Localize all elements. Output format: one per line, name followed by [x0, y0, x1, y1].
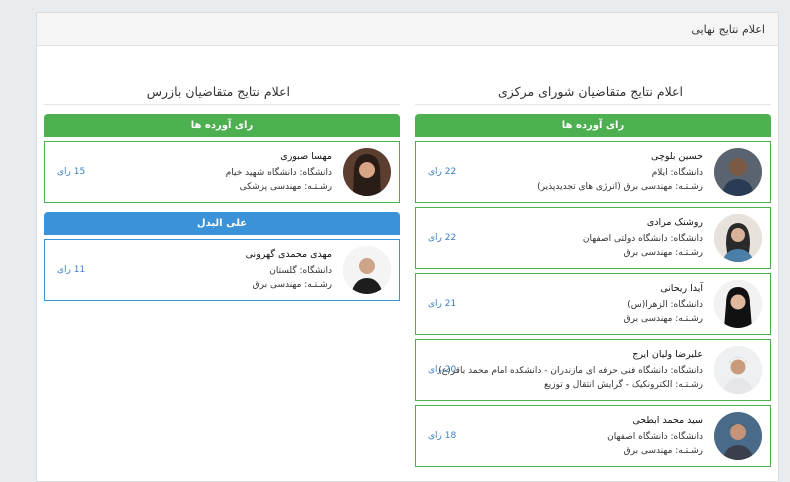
- candidate-university: دانشگاه: دانشگاه شهید خیام: [225, 168, 332, 178]
- candidate-name: حسین بلوچی: [651, 151, 703, 162]
- results-panel: اعلام نتایج نهایی اعلام نتایج متقاضیان ش…: [36, 12, 779, 482]
- candidate-name: آیدا ریحانی: [660, 283, 703, 294]
- candidate-name: مهدی محمدی گهرونی: [245, 249, 332, 260]
- candidate-university: دانشگاه: دانشگاه دولتی اصفهان: [582, 234, 703, 244]
- candidate-major: رشـتـه: الکترونکیک - گرایش انتقال و توزی…: [543, 380, 703, 390]
- candidate-avatar: [714, 412, 762, 460]
- candidate-university: دانشگاه: دانشگاه اصفهان: [607, 432, 703, 442]
- candidate-name: مهسا صبوری: [280, 151, 332, 162]
- candidate-card[interactable]: روشنک مرادی دانشگاه: دانشگاه دولتی اصفها…: [415, 207, 771, 269]
- candidate-votes: 18 رای: [428, 431, 457, 441]
- candidate-major: رشـتـه: مهندسی برق: [252, 280, 332, 290]
- candidate-name: روشنک مرادی: [646, 217, 703, 228]
- central-council-column: اعلام نتایج متقاضیان شورای مرکزی رای آور…: [415, 79, 771, 467]
- candidate-card[interactable]: سید محمد ابطحی دانشگاه: دانشگاه اصفهان ر…: [415, 405, 771, 467]
- central-elected-header: رای آورده ها: [415, 114, 771, 137]
- candidate-major: رشـتـه: مهندسی برق (انرژی های تجدیدپذیر): [537, 182, 703, 192]
- inspector-alternate-header: علی البدل: [44, 212, 400, 235]
- candidate-avatar: [714, 148, 762, 196]
- candidate-university: دانشگاه: گلستان: [269, 266, 332, 276]
- candidate-avatar: [343, 246, 391, 294]
- candidate-major: رشـتـه: مهندسی پزشکی: [239, 182, 332, 192]
- candidate-major: رشـتـه: مهندسی برق: [623, 248, 703, 258]
- candidate-votes: 21 رای: [428, 299, 457, 309]
- candidate-votes: 22 رای: [428, 167, 457, 177]
- candidate-card[interactable]: علیرضا ولیان ایرج دانشگاه: دانشگاه فنی ح…: [415, 339, 771, 401]
- candidate-university: دانشگاه: دانشگاه فنی حرفه ای مازندران - …: [438, 366, 703, 376]
- central-council-title: اعلام نتایج متقاضیان شورای مرکزی: [415, 79, 771, 105]
- candidate-votes: 15 رای: [57, 167, 86, 177]
- candidate-university: دانشگاه: ایلام: [651, 168, 703, 178]
- candidate-avatar: [343, 148, 391, 196]
- candidate-major: رشـتـه: مهندسی برق: [623, 314, 703, 324]
- candidate-card[interactable]: آیدا ریحانی دانشگاه: الزهرا(س) رشـتـه: م…: [415, 273, 771, 335]
- inspector-column: اعلام نتایج متقاضیان بازرس رای آورده ها …: [44, 79, 400, 301]
- candidate-major: رشـتـه: مهندسی برق: [623, 446, 703, 456]
- candidate-name: علیرضا ولیان ایرج: [632, 349, 703, 360]
- candidate-university: دانشگاه: الزهرا(س): [627, 300, 703, 310]
- candidate-avatar: [714, 280, 762, 328]
- inspector-title: اعلام نتایج متقاضیان بازرس: [44, 79, 400, 105]
- candidate-card[interactable]: مهسا صبوری دانشگاه: دانشگاه شهید خیام رش…: [44, 141, 400, 203]
- inspector-elected-header: رای آورده ها: [44, 114, 400, 137]
- candidate-avatar: [714, 214, 762, 262]
- candidate-card[interactable]: حسین بلوچی دانشگاه: ایلام رشـتـه: مهندسی…: [415, 141, 771, 203]
- panel-header: اعلام نتایج نهایی: [37, 13, 778, 46]
- candidate-avatar: [714, 346, 762, 394]
- candidate-name: سید محمد ابطحی: [632, 415, 703, 426]
- candidate-votes: 11 رای: [57, 265, 86, 275]
- candidate-votes: 22 رای: [428, 233, 457, 243]
- candidate-card[interactable]: مهدی محمدی گهرونی دانشگاه: گلستان رشـتـه…: [44, 239, 400, 301]
- candidate-votes: 20 رای: [428, 365, 457, 375]
- panel-title: اعلام نتایج نهایی: [691, 22, 765, 36]
